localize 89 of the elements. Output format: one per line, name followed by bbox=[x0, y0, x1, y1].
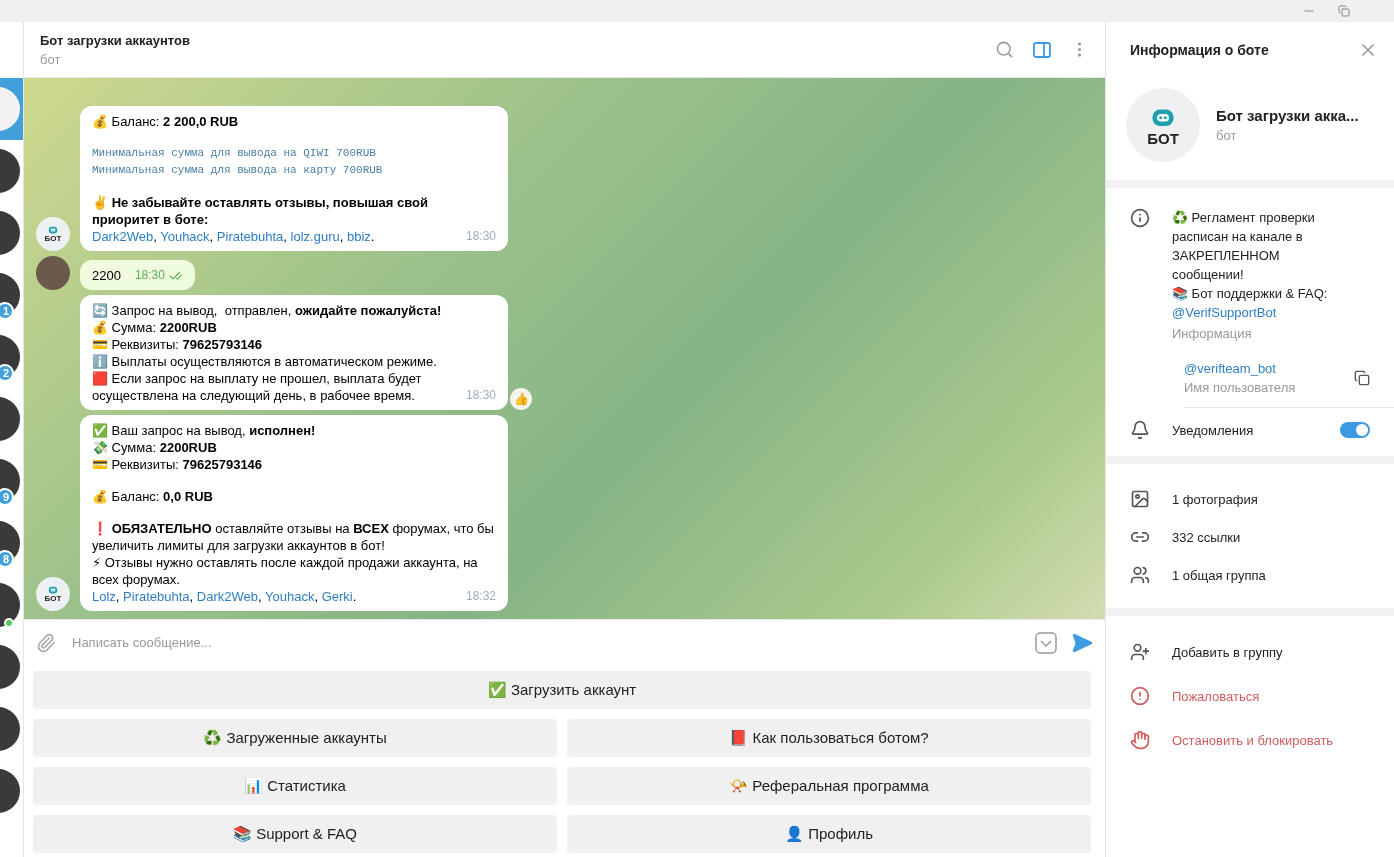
action-label: Остановить и блокировать bbox=[1172, 732, 1335, 748]
message-text: 💳 Реквизиты: 79625793146 bbox=[92, 336, 264, 353]
bot-subtitle: бот bbox=[1216, 128, 1238, 143]
keyboard-button[interactable]: 👤 Профиль bbox=[567, 815, 1091, 853]
media-row[interactable]: 332 ссылки bbox=[1106, 518, 1394, 556]
link[interactable]: @VerifSupportBot bbox=[1172, 305, 1277, 320]
paperclip-icon[interactable] bbox=[36, 632, 56, 653]
picture-icon bbox=[1130, 489, 1150, 509]
keyboard-button[interactable]: 📊 Статистика bbox=[33, 767, 557, 805]
message-text: 2200 bbox=[92, 267, 121, 284]
send-icon[interactable] bbox=[1071, 631, 1093, 654]
message-text: 🟥 Если запрос на выплату не прошел, выплата будет осуществлена на следующий день, в рабочее время. bbox=[92, 370, 423, 404]
chat-list-item[interactable]: 8 bbox=[0, 512, 23, 574]
message-text: 🔄 Запрос на вывод, отправлен, ожидайте пожалуйста! bbox=[92, 302, 443, 319]
restore-icon[interactable] bbox=[1338, 5, 1350, 17]
message-text: ❗ ОБЯЗАТЕЛЬНО оставляйте отзывы на ВСЕХ форумах, что бы увеличить лимиты для загрузки аккаунтов в бот! bbox=[92, 520, 495, 554]
media-row[interactable]: 1 фотография bbox=[1106, 480, 1394, 518]
chat-subtitle: бот bbox=[40, 51, 62, 67]
notifications-label: Уведомления bbox=[1172, 422, 1255, 438]
media-label: 1 фотография bbox=[1172, 491, 1259, 507]
panel-title: Информация о боте bbox=[1130, 42, 1269, 58]
message-time: 18:30 bbox=[465, 228, 496, 245]
link[interactable]: Piratebuhta bbox=[123, 589, 190, 604]
bio-text: ♻ Регламент проверки расписан на канале в ЗАКРЕПЛЕННОМ сообщении! 📚 Бот поддержки & FAQ: @VerifSupportBot bbox=[1172, 209, 1329, 322]
code-line: Минимальная сумма для вывода на карту 700RUB bbox=[92, 163, 384, 178]
keyboard-button[interactable]: 📚 Support & FAQ bbox=[33, 815, 557, 853]
robot-icon bbox=[47, 585, 59, 595]
chat-list-item[interactable]: 2 bbox=[0, 326, 23, 388]
link[interactable]: Dark2Web bbox=[196, 589, 258, 604]
user-avatar bbox=[36, 256, 70, 290]
message-text: 💸 Сумма: 2200RUB bbox=[92, 439, 218, 456]
message-time: 18:32 bbox=[465, 588, 496, 605]
links-line: Dark2Web, Youhack, Piratebuhta, lolz.guru, bbiz. bbox=[92, 228, 375, 245]
unread-badge: 9 bbox=[0, 488, 14, 506]
action-label: Пожаловаться bbox=[1172, 688, 1261, 704]
exclamation-icon bbox=[1130, 686, 1150, 706]
message-time: 18:30 bbox=[134, 267, 183, 284]
message-text: ⚡ Отзывы нужно оставлять после каждой продажи аккаунта, на всех форумах. bbox=[92, 554, 479, 588]
message-input[interactable]: Написать сообщение... bbox=[70, 634, 1021, 651]
message-time: 18:30 bbox=[465, 387, 496, 404]
unread-badge: 2 bbox=[0, 364, 14, 382]
copy-icon[interactable] bbox=[1354, 370, 1370, 386]
link[interactable]: Gerki bbox=[321, 589, 353, 604]
message-text: 💰 Баланс: 2 200,0 RUB bbox=[92, 113, 240, 130]
message-text: ✌ Не забывайте оставлять отзывы, повышая свой приоритет в боте: bbox=[92, 194, 429, 228]
message-text: ✅ Ваш запрос на вывод, исполнен! bbox=[92, 422, 317, 439]
action-item[interactable]: Добавить в группу bbox=[1106, 630, 1394, 674]
action-item[interactable]: Остановить и блокировать bbox=[1106, 718, 1394, 762]
chat-title: Бот загрузки аккаунтов bbox=[40, 32, 191, 48]
code-line: Минимальная сумма для вывода на QIWI 700RUB bbox=[92, 146, 377, 161]
hand-icon bbox=[1130, 730, 1150, 750]
chat-list-item[interactable]: 9 bbox=[0, 450, 23, 512]
keyboard-toggle-icon[interactable] bbox=[1035, 631, 1057, 654]
info-icon bbox=[1130, 208, 1150, 228]
links-line: Lolz, Piratebuhta, Dark2Web, Youhack, Gerki. bbox=[92, 588, 357, 605]
avatar-text: БОТ bbox=[1147, 130, 1179, 146]
bot-name: Бот загрузки акка... bbox=[1216, 107, 1360, 124]
message-text: 💰 Сумма: 2200RUB bbox=[92, 319, 218, 336]
avatar-text: БОТ bbox=[44, 234, 62, 243]
keyboard-button[interactable]: ✅ Загрузить аккаунт bbox=[33, 671, 1091, 709]
username-label: Имя пользователя bbox=[1184, 380, 1297, 395]
link[interactable]: Lolz bbox=[92, 589, 116, 604]
link[interactable]: bbiz bbox=[346, 229, 371, 244]
bio-label: Информация bbox=[1172, 326, 1253, 341]
message-text: 💳 Реквизиты: 79625793146 bbox=[92, 456, 264, 473]
media-row[interactable]: 1 общая группа bbox=[1106, 556, 1394, 594]
keyboard-button[interactable]: 📯 Реферальная программа bbox=[567, 767, 1091, 805]
media-label: 1 общая группа bbox=[1172, 567, 1267, 583]
username-link[interactable]: @verifteam_bot bbox=[1184, 361, 1332, 376]
keyboard-button[interactable]: ♻ Загруженные аккаунты bbox=[33, 719, 557, 757]
keyboard-button[interactable]: 📕 Как пользоваться ботом? bbox=[567, 719, 1091, 757]
link[interactable]: Youhack bbox=[160, 229, 210, 244]
people-icon bbox=[1130, 565, 1150, 585]
message-text: ℹ Выплаты осуществляются в автоматическом режиме. bbox=[92, 353, 438, 370]
notifications-toggle[interactable] bbox=[1340, 422, 1370, 438]
avatar-text: БОТ bbox=[44, 594, 62, 603]
unread-badge: 1 bbox=[0, 302, 14, 320]
search-icon[interactable] bbox=[995, 40, 1014, 59]
robot-icon bbox=[47, 225, 59, 235]
media-label: 332 ссылки bbox=[1172, 529, 1242, 545]
link[interactable]: lolz.guru bbox=[290, 229, 340, 244]
action-label: Добавить в группу bbox=[1172, 644, 1284, 660]
unread-badge: 8 bbox=[0, 550, 14, 568]
chat-list-item[interactable]: 1 bbox=[0, 264, 23, 326]
message-text: 💰 Баланс: 0,0 RUB bbox=[92, 488, 214, 505]
add-user-icon bbox=[1130, 642, 1150, 662]
side-panel-icon[interactable] bbox=[1032, 39, 1052, 60]
action-item[interactable]: Пожаловаться bbox=[1106, 674, 1394, 718]
bell-icon bbox=[1130, 420, 1150, 440]
